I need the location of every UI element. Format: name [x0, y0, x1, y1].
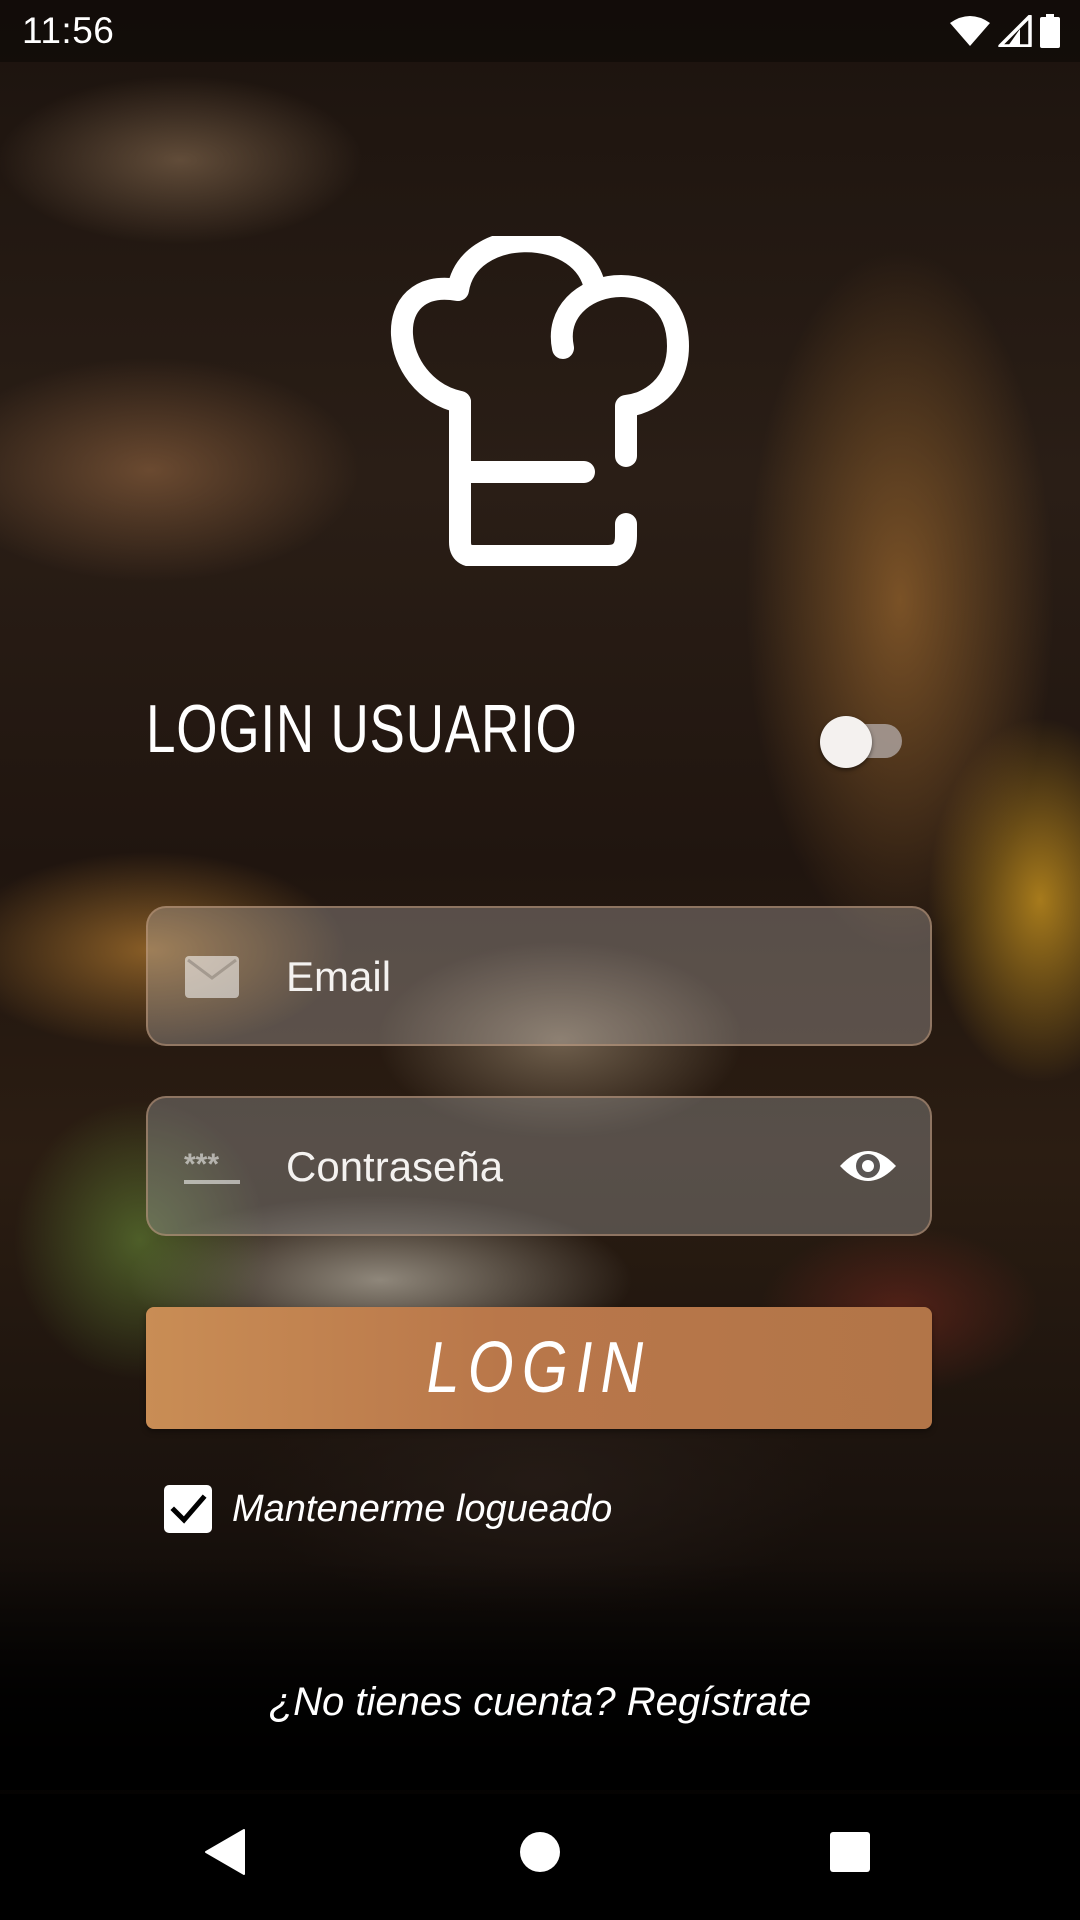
page-title: LOGIN USUARIO	[146, 691, 578, 767]
login-button-label: LOGIN	[426, 1328, 652, 1408]
remember-me[interactable]: Mantenerme logueado	[164, 1484, 612, 1534]
mode-toggle[interactable]	[820, 716, 904, 768]
mail-icon	[185, 956, 239, 998]
home-icon[interactable]	[510, 1822, 570, 1882]
register-link[interactable]: ¿No tienes cuenta? Regístrate	[0, 1680, 1080, 1725]
email-field[interactable]	[146, 906, 932, 1046]
password-input[interactable]	[284, 1136, 808, 1198]
navigation-bar	[0, 1794, 1080, 1920]
battery-icon	[1040, 14, 1060, 48]
back-icon[interactable]	[196, 1822, 256, 1882]
cell-signal-icon	[998, 15, 1032, 47]
remember-checkbox[interactable]	[164, 1485, 212, 1533]
wifi-icon	[950, 16, 990, 46]
eye-icon[interactable]	[838, 1140, 898, 1192]
check-icon	[170, 1494, 207, 1524]
status-time: 11:56	[22, 10, 115, 51]
toggle-thumb	[820, 716, 872, 768]
status-bar: 11:56	[0, 0, 1080, 62]
chef-hat-icon	[390, 236, 689, 566]
remember-label: Mantenerme logueado	[232, 1487, 613, 1530]
background-shade	[0, 1560, 1080, 1790]
status-icons	[950, 14, 1060, 48]
password-dots-icon: ***	[184, 1148, 240, 1184]
login-button[interactable]: LOGIN	[146, 1307, 932, 1429]
svg-text:***: ***	[184, 1148, 219, 1181]
login-screen: 11:56 LOGIN USUARIO Email *** LOGIN Mant…	[0, 0, 1080, 1920]
password-field[interactable]: ***	[146, 1096, 932, 1236]
recents-icon[interactable]	[820, 1822, 880, 1882]
email-input[interactable]	[284, 946, 808, 1008]
